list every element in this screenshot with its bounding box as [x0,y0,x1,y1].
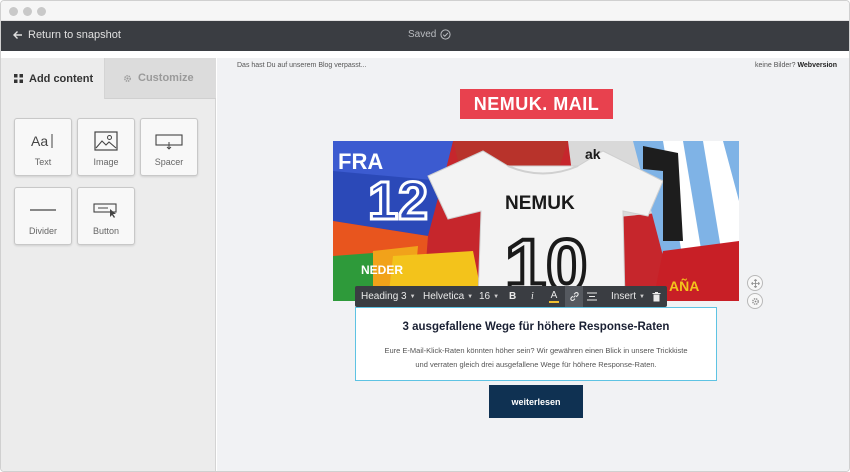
sidebar-tabs: Add content Customize [1,58,216,99]
app-window: Return to snapshot Saved Add content Cus… [0,0,850,472]
block-divider-label: Divider [28,226,57,236]
app-header: Return to snapshot Saved [1,21,849,51]
caret-down-icon: ▼ [467,293,474,300]
bold-button[interactable]: B [509,286,516,307]
cta-button[interactable]: weiterlesen [489,385,583,418]
block-settings-button[interactable] [747,293,763,309]
email-logo[interactable]: NEMUK. MAIL [460,89,613,119]
text-icon: Aa [15,129,71,153]
heading-style-dropdown[interactable]: Heading 3 ▼ [361,286,416,307]
font-family-value: Helvetica [423,291,465,302]
block-spacer[interactable]: Spacer [140,118,198,176]
hero-jerseys-illustration: 12 FRA NEMUK 10 NEDER AÑA ak [333,141,739,301]
save-status-label: Saved [408,29,437,40]
text-color-letter: A [550,289,558,301]
webversion-link[interactable]: Webversion [797,62,837,69]
return-to-snapshot-link[interactable]: Return to snapshot [13,29,121,41]
text-block-selected[interactable]: 3 ausgefallene Wege für höhere Response-… [355,307,717,381]
block-image-label: Image [93,157,119,167]
check-circle-icon [440,29,451,40]
align-center-icon [587,292,597,301]
tab-customize-label: Customize [138,72,194,84]
link-icon [569,292,579,301]
move-block-button[interactable] [747,275,763,291]
hero-left-text: FRA [338,149,383,174]
font-family-dropdown[interactable]: Helvetica ▼ [423,286,473,307]
block-divider[interactable]: Divider [14,187,72,245]
hero-left-number: 12 [368,171,428,231]
svg-text:Aa: Aa [31,133,48,149]
email-heading[interactable]: 3 ausgefallene Wege für höhere Response-… [356,321,716,333]
window-minimize-dot[interactable] [23,7,32,16]
save-status: Saved [408,29,451,40]
caret-down-icon: ▼ [409,293,416,300]
hero-image[interactable]: 12 FRA NEMUK 10 NEDER AÑA ak [333,141,739,301]
text-format-toolbar: Heading 3 ▼ Helvetica ▼ 16 ▼ B i A Inser… [355,286,667,307]
window-zoom-dot[interactable] [37,7,46,16]
gear-icon [751,297,759,305]
block-button-label: Button [92,226,120,236]
arrow-left-icon [13,31,22,39]
email-canvas: Das hast Du auf unserem Blog verpasst...… [217,58,849,471]
hero-bottom-text: NEDER [361,263,403,277]
delete-block-button[interactable] [652,286,661,307]
image-icon [78,129,134,153]
heading-style-value: Heading 3 [361,291,407,302]
font-size-value: 16 [479,291,491,302]
font-size-dropdown[interactable]: 16 ▼ [479,286,499,307]
block-image[interactable]: Image [77,118,135,176]
gear-icon [124,74,131,82]
hero-top-right-text: ak [585,146,601,162]
tab-customize[interactable]: Customize [105,58,216,99]
tab-add-content[interactable]: Add content [1,58,105,99]
align-center-button[interactable] [587,286,597,307]
block-text[interactable]: Aa Text [14,118,72,176]
hero-right-text: AÑA [669,277,699,294]
block-button[interactable]: Button [77,187,135,245]
window-chrome [1,1,849,21]
insert-label: Insert [611,291,637,302]
button-icon [78,198,134,222]
caret-down-icon: ▼ [639,293,645,300]
email-body-line-1[interactable]: Eure E-Mail-Klick-Raten könnten höher se… [356,346,716,355]
block-text-label: Text [34,157,52,167]
color-swatch [549,300,559,303]
move-icon [750,278,760,288]
caret-down-icon: ▼ [493,293,500,300]
webversion-prefix: keine Bilder? [755,62,796,69]
webversion-line: keine Bilder? Webversion [755,62,837,69]
text-color-button[interactable]: A [549,286,559,307]
insert-dropdown[interactable]: Insert ▼ [611,286,645,307]
divider-icon [15,198,71,222]
hero-jersey-name: NEMUK [505,193,575,214]
trash-icon [652,291,661,301]
spacer-icon [141,129,197,153]
email-body-line-2[interactable]: und verraten gleich drei ausgefallene We… [356,360,716,369]
preheader-text: Das hast Du auf unserem Blog verpasst... [237,62,367,69]
content-sidebar: Add content Customize Aa Text Image Spac… [1,58,216,471]
tab-add-content-label: Add content [29,72,94,85]
grid-icon [14,74,23,83]
window-close-dot[interactable] [9,7,18,16]
block-spacer-label: Spacer [154,157,184,167]
return-to-snapshot-label: Return to snapshot [28,29,121,41]
link-button[interactable] [565,286,583,307]
italic-button[interactable]: i [531,286,534,307]
